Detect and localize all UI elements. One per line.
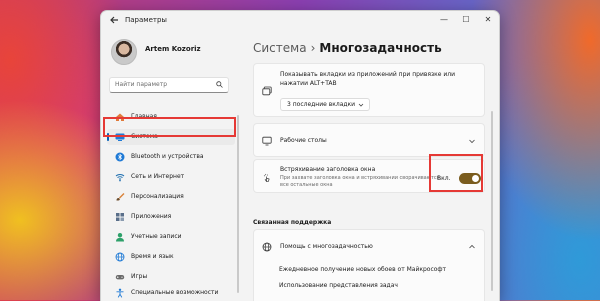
accounts-icon (116, 233, 124, 242)
sidebar-scrollbar[interactable] (237, 115, 239, 293)
help-card: Помощь с многозадачностью (253, 229, 485, 301)
page-title: Многозадачность (319, 41, 442, 55)
help-link-task-view[interactable]: Использование представления задач (279, 282, 398, 289)
globe-icon (115, 252, 125, 262)
search-placeholder: Найти параметр (115, 81, 167, 88)
user-name: Artem Kozoriz (145, 45, 201, 53)
breadcrumb: Система › Многозадачность (253, 41, 442, 55)
sidebar-item-label: Сеть и Интернет (131, 173, 185, 180)
gamepad-icon (115, 275, 125, 280)
sidebar-item-label: Игры (131, 273, 148, 280)
shake-subtitle: При захвате заголовка окна и встряхивани… (280, 175, 440, 188)
sidebar-item-time-language[interactable]: Время и язык (107, 249, 235, 265)
sidebar-item-gaming[interactable]: Игры (107, 269, 235, 285)
chevron-up-icon[interactable] (468, 243, 476, 251)
minimize-button[interactable]: — (437, 14, 451, 26)
desktops-card[interactable]: Рабочие столы (253, 123, 485, 157)
help-link-wallpapers[interactable]: Ежедневное получение новых обоев от Майк… (279, 266, 446, 273)
sidebar-item-network[interactable]: Сеть и Интернет (107, 169, 235, 185)
sidebar-item-label: Учетные записи (131, 233, 182, 240)
shake-title: Встряхивание заголовка окна (280, 166, 376, 173)
sidebar-item-label: Приложения (131, 213, 172, 220)
title-bar: Параметры — ☐ ✕ (101, 11, 499, 31)
sidebar-item-label: Время и язык (131, 253, 174, 260)
bluetooth-icon (115, 152, 125, 162)
brush-icon (116, 193, 125, 201)
sidebar-item-accessibility[interactable]: Специальные возможности (107, 285, 235, 301)
chevron-down-icon (358, 103, 364, 107)
close-button[interactable]: ✕ (481, 14, 495, 26)
breadcrumb-parent[interactable]: Система (253, 41, 307, 55)
chevron-down-icon (469, 139, 475, 144)
apps-icon (116, 213, 124, 221)
sidebar-item-bluetooth[interactable]: Bluetooth и устройства (107, 149, 235, 165)
sidebar-item-label: Персонализация (131, 193, 184, 200)
back-arrow-icon[interactable] (109, 15, 119, 25)
sidebar-item-label: Специальные возможности (131, 289, 219, 296)
shake-icon (263, 173, 270, 182)
tabs-alt-tab-card: Показывать вкладки из приложений при при… (253, 63, 485, 117)
tabs-count-dropdown[interactable]: 3 последние вкладки (280, 98, 370, 111)
globe-icon (262, 242, 272, 252)
sidebar-item-personalization[interactable]: Персонализация (107, 189, 235, 205)
avatar (111, 39, 137, 65)
related-support-heading: Связанная поддержка (253, 219, 332, 226)
app-title: Параметры (125, 16, 167, 24)
sidebar-item-label: Bluetooth и устройства (131, 153, 204, 160)
sidebar-item-accounts[interactable]: Учетные записи (107, 229, 235, 245)
window-tabs-icon (262, 86, 272, 96)
search-input[interactable]: Найти параметр (109, 77, 229, 93)
network-icon (115, 174, 125, 182)
sidebar-item-apps[interactable]: Приложения (107, 209, 235, 225)
highlight-toggle (429, 154, 483, 192)
desktops-title: Рабочие столы (280, 137, 327, 144)
accessibility-icon (116, 288, 124, 298)
search-icon (216, 81, 223, 88)
maximize-button[interactable]: ☐ (459, 14, 473, 26)
desktops-icon (262, 136, 272, 146)
breadcrumb-separator: › (310, 41, 316, 55)
dropdown-value: 3 последние вкладки (287, 101, 356, 108)
main-scrollbar[interactable] (491, 111, 493, 291)
help-title[interactable]: Помощь с многозадачностью (280, 243, 373, 250)
tabs-setting-title: Показывать вкладки из приложений при при… (280, 71, 456, 87)
highlight-system (103, 117, 236, 137)
